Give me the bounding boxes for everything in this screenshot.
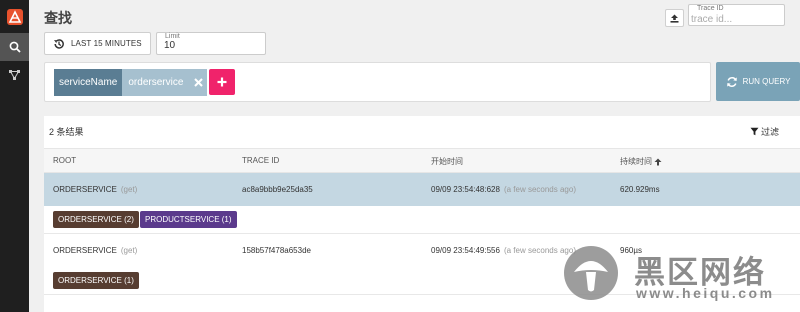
row-root-method: (get) — [120, 185, 138, 194]
service-badge[interactable]: ORDERSERVICE (1) — [53, 272, 139, 289]
row-root-service: ORDERSERVICE — [53, 185, 117, 194]
upload-json-button[interactable] — [665, 9, 684, 27]
watermark: 黑区网络 www.heiqu.com — [564, 243, 800, 305]
search-icon — [9, 41, 21, 53]
lookback-label: LAST 15 MINUTES — [71, 39, 142, 48]
history-icon — [54, 38, 64, 49]
add-criteria-button[interactable] — [209, 69, 235, 95]
criteria-remove-button[interactable] — [189, 69, 208, 96]
row-start-time: 09/09 23:54:49:556 — [431, 246, 500, 255]
close-icon — [194, 78, 203, 87]
service-badge[interactable]: PRODUCTSERVICE (1) — [140, 211, 237, 228]
column-duration-label: 持续时间 — [620, 157, 652, 166]
plus-icon — [217, 77, 227, 87]
upload-icon — [670, 14, 679, 23]
watermark-url: www.heiqu.com — [636, 285, 775, 301]
limit-input[interactable] — [164, 40, 254, 51]
row-trace-id: ac8a9bbb9e25da35 — [242, 185, 313, 194]
criteria-value[interactable]: orderservice — [122, 69, 190, 96]
criteria-key: serviceName — [54, 69, 123, 96]
table-header: ROOT TRACE ID 开始时间 持续时间 — [44, 148, 800, 173]
sort-up-icon — [654, 158, 662, 165]
row-service-badges: ORDERSERVICE (2) PRODUCTSERVICE (1) — [44, 206, 800, 234]
lookback-button[interactable]: LAST 15 MINUTES — [44, 32, 151, 55]
filter-label: 过滤 — [761, 127, 780, 137]
run-query-button[interactable]: RUN QUERY — [716, 62, 800, 101]
service-badge[interactable]: ORDERSERVICE (2) — [53, 211, 139, 228]
page-title: 查找 — [44, 10, 72, 26]
refresh-icon — [726, 76, 737, 87]
filter-button[interactable]: 过滤 — [750, 125, 779, 138]
row-start-time: 09/09 23:54:48:628 — [431, 185, 500, 194]
column-start-time[interactable]: 开始时间 — [431, 156, 463, 167]
row-root-method: (get) — [120, 246, 138, 255]
dependency-graph-icon — [9, 70, 20, 80]
sidebar — [0, 0, 29, 312]
row-duration: 620.929ms — [620, 185, 660, 194]
mushroom-icon — [574, 261, 608, 292]
row-start-relative: (a few seconds ago) — [503, 185, 576, 194]
watermark-logo — [564, 246, 618, 300]
row-trace-id: 158b57f478a653de — [242, 246, 311, 255]
row-root-service: ORDERSERVICE — [53, 246, 117, 255]
run-query-label: RUN QUERY — [742, 77, 791, 86]
nav-dependencies[interactable] — [0, 61, 29, 89]
column-trace-id[interactable]: TRACE ID — [242, 156, 279, 165]
trace-id-label: Trace ID — [697, 5, 724, 12]
column-duration[interactable]: 持续时间 — [620, 156, 662, 167]
criteria-chip-servicename[interactable]: serviceName orderservice — [54, 69, 208, 96]
filter-icon — [750, 127, 759, 136]
nav-search[interactable] — [0, 33, 29, 61]
trace-id-field: Trace ID — [688, 4, 785, 26]
zipkin-logo-icon[interactable] — [0, 0, 29, 33]
column-root[interactable]: ROOT — [53, 156, 76, 165]
table-row[interactable]: ORDERSERVICE (get) ac8a9bbb9e25da35 09/09… — [44, 173, 800, 206]
trace-id-input[interactable] — [690, 13, 783, 25]
limit-label: Limit — [165, 33, 180, 40]
limit-field: Limit — [156, 32, 266, 55]
results-count: 2 条结果 — [49, 127, 84, 137]
search-criteria-bar[interactable]: serviceName orderservice — [44, 62, 711, 102]
